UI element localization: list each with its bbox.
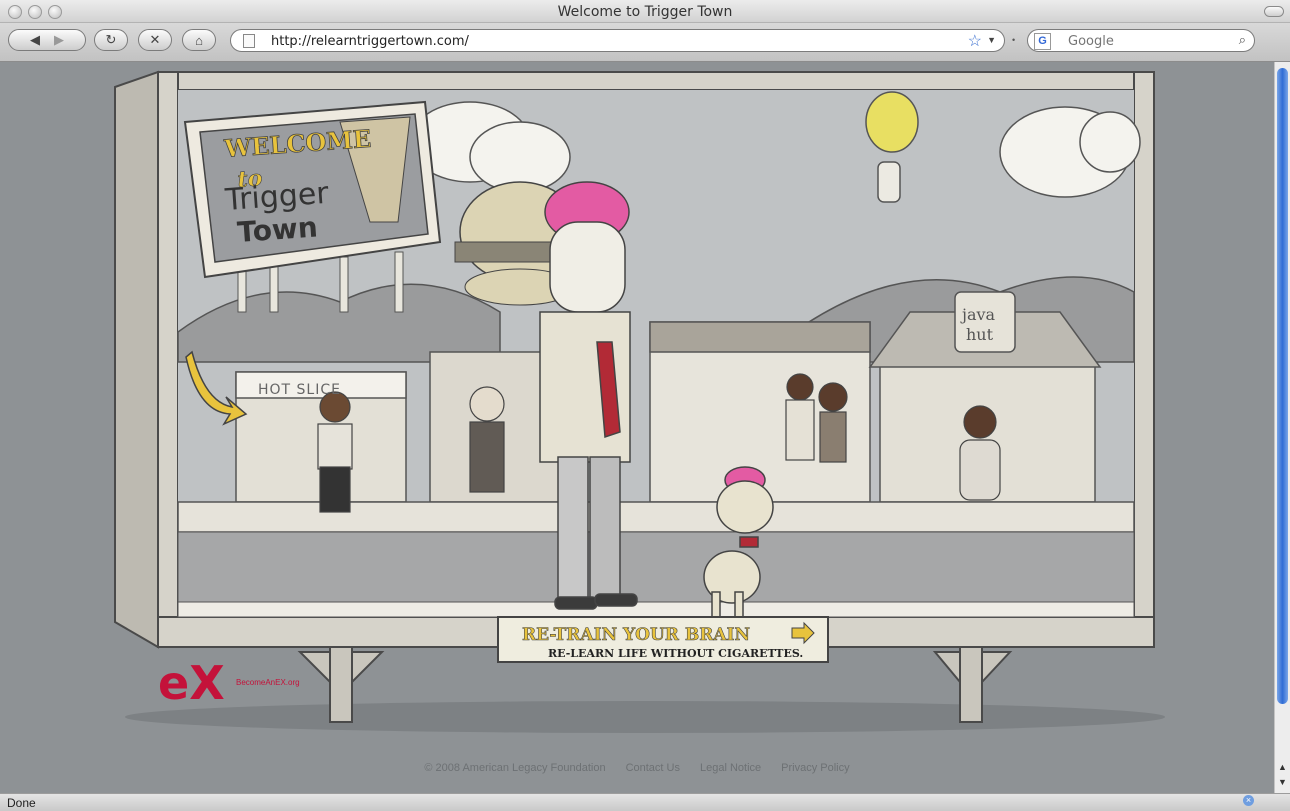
stop-icon: ✕ — [149, 32, 161, 47]
reload-icon: ↻ — [105, 32, 117, 47]
contact-us-link[interactable]: Contact Us — [626, 762, 680, 774]
reload-button[interactable]: ↻ — [94, 29, 128, 51]
scroll-down-icon[interactable]: ▼ — [1278, 777, 1287, 787]
google-icon[interactable]: G — [1034, 33, 1051, 50]
ex-logo-mark[interactable]: eX — [158, 656, 225, 710]
browser-toolbar: ◀ ▶ ↻ ✕ ⌂ http://relearntriggertown.com/… — [0, 23, 1290, 62]
java-sign-line1: java — [960, 305, 996, 324]
forward-icon[interactable]: ▶ — [54, 32, 64, 48]
billboard-scene — [177, 90, 1141, 618]
scroll-up-icon[interactable]: ▲ — [1278, 762, 1287, 772]
vertical-scrollbar[interactable]: ▲ ▼ — [1274, 62, 1290, 793]
hot-slice-sign: HOT SLICE — [258, 382, 341, 398]
scrollbar-thumb[interactable] — [1277, 68, 1288, 704]
back-forward-buttons[interactable]: ◀ ▶ — [8, 29, 86, 51]
privacy-policy-link[interactable]: Privacy Policy — [781, 762, 849, 774]
toolbar-toggle-button[interactable] — [1264, 6, 1284, 17]
billboard-shadow — [125, 701, 1165, 733]
window-title: Welcome to Trigger Town — [557, 4, 733, 20]
becomeanex-logo[interactable]: eX BecomeAnEX.org — [158, 656, 300, 710]
resize-grip-icon: • — [1012, 35, 1016, 45]
cta-banner[interactable]: RE-TRAIN YOUR BRAIN RE-LEARN LIFE WITHOU… — [497, 616, 829, 663]
stop-button[interactable]: ✕ — [138, 29, 172, 51]
copyright-text: © 2008 American Legacy Foundation — [424, 762, 606, 774]
java-sign-line2: hut — [966, 325, 994, 344]
page-content: WELCOME to Trigger Town HOT SLICE java h… — [0, 62, 1274, 793]
cta-relearn-text[interactable]: RE-LEARN LIFE WITHOUT CIGARETTES. — [548, 647, 803, 660]
cta-retrain-text[interactable]: RE-TRAIN YOUR BRAIN — [522, 625, 751, 646]
status-bar: Done × — [0, 793, 1290, 811]
search-box[interactable]: G ⌕ — [1027, 29, 1255, 52]
status-text: Done — [7, 796, 36, 810]
ex-logo-site[interactable]: BecomeAnEX.org — [236, 678, 300, 687]
legal-notice-link[interactable]: Legal Notice — [700, 762, 761, 774]
address-text[interactable]: http://relearntriggertown.com/ — [271, 34, 469, 49]
page-icon — [243, 34, 255, 48]
sign-town-text: Town — [236, 210, 319, 249]
back-icon[interactable]: ◀ — [30, 32, 40, 48]
window-titlebar: Welcome to Trigger Town — [0, 0, 1290, 23]
status-close-icon[interactable]: × — [1243, 795, 1254, 806]
page-footer: © 2008 American Legacy Foundation Contac… — [0, 762, 1274, 774]
search-icon[interactable]: ⌕ — [1239, 32, 1246, 48]
bookmark-star-icon[interactable]: ☆ — [968, 31, 982, 51]
home-icon: ⌂ — [195, 32, 203, 48]
home-button[interactable]: ⌂ — [182, 29, 216, 51]
address-bar[interactable]: http://relearntriggertown.com/ ☆ ▼ — [230, 29, 1005, 52]
history-dropdown-icon[interactable]: ▼ — [987, 35, 996, 45]
search-input[interactable] — [1066, 33, 1230, 50]
trigger-town-billboard: WELCOME to Trigger Town HOT SLICE java h… — [114, 70, 1165, 733]
